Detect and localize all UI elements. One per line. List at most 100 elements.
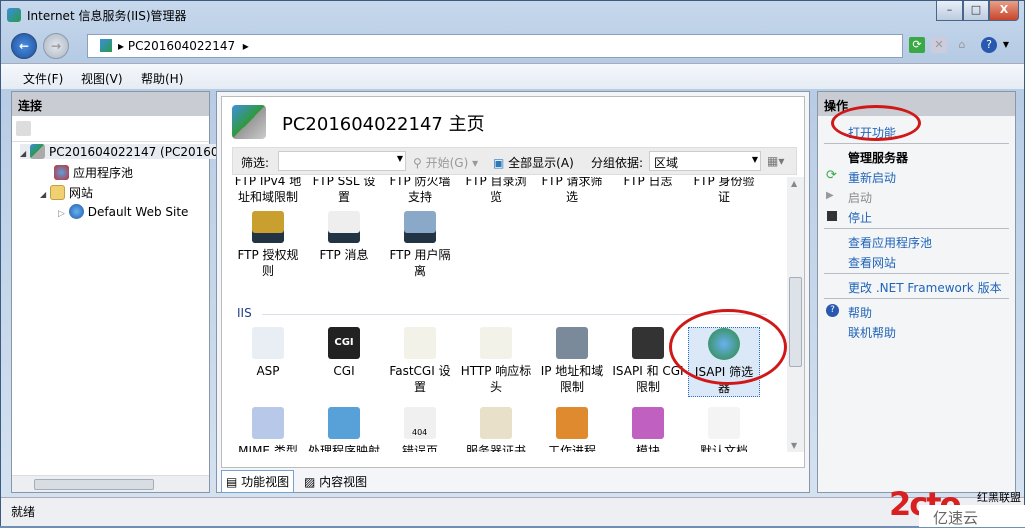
back-button[interactable]: ←	[11, 33, 37, 59]
ip-restrictions-icon	[556, 327, 588, 359]
feature-label: FTP 身份验证	[693, 177, 755, 204]
forward-button[interactable]: →	[43, 33, 69, 59]
cgi-icon: CGI	[328, 327, 360, 359]
feature-item[interactable]: FTP 防火墙支持	[384, 177, 456, 205]
group-header-iis: IIS	[237, 306, 252, 320]
filter-input[interactable]: ▼	[278, 151, 406, 171]
collapse-icon[interactable]: ◢	[40, 190, 46, 199]
feature-item[interactable]: 404 错误页	[384, 407, 456, 452]
online-help-link[interactable]: 联机帮助	[848, 324, 896, 341]
iis-manager-window: Internet 信息服务(IIS)管理器 – □ X ← → ▸ PC2016…	[0, 0, 1025, 527]
restart-link[interactable]: 重新启动	[848, 169, 896, 186]
menu-help[interactable]: 帮助(H)	[141, 70, 183, 87]
help-icon[interactable]: ?	[981, 37, 997, 53]
feature-item[interactable]: FTP 身份验证	[688, 177, 760, 205]
feature-item[interactable]: 工作进程	[536, 407, 608, 452]
feature-item[interactable]: FTP 消息	[308, 211, 380, 263]
close-button[interactable]: X	[989, 1, 1019, 21]
feature-label: FTP 日志	[623, 177, 673, 188]
view-app-pools-link[interactable]: 查看应用程序池	[848, 234, 932, 251]
connections-toolbar	[12, 116, 209, 142]
refresh-icon[interactable]: ⟳	[909, 37, 925, 53]
tab-label: 内容视图	[319, 475, 368, 489]
feature-item[interactable]: HTTP 响应标头	[460, 327, 532, 395]
iis-app-icon	[7, 8, 21, 22]
start-icon: ▶	[826, 190, 834, 201]
feature-item[interactable]: 服务器证书	[460, 407, 532, 452]
start-link[interactable]: 启动	[848, 189, 872, 206]
feature-item[interactable]: FTP 授权规则	[232, 211, 304, 279]
horizontal-scrollbar[interactable]	[12, 475, 209, 492]
tree-item-server[interactable]: ◢ PC201604022147 (PC20160	[20, 144, 223, 159]
page-title: PC201604022147 主页	[282, 114, 485, 135]
group-by-select[interactable]: 区域 ▼	[649, 151, 761, 171]
watermark-logo-yisuyun: 亿速云	[933, 509, 979, 527]
feature-label: FTP 消息	[319, 248, 369, 262]
vertical-scrollbar[interactable]: ▲ ▼	[787, 177, 804, 452]
change-net-framework-link[interactable]: 更改 .NET Framework 版本	[848, 279, 1002, 296]
group-by-label: 分组依据:	[591, 156, 644, 170]
scroll-thumb[interactable]	[34, 479, 154, 490]
scroll-thumb[interactable]	[789, 277, 802, 367]
show-all-button[interactable]: ▣ 全部显示(A)	[493, 154, 574, 171]
feature-label: FTP SSL 设置	[312, 177, 376, 204]
feature-item[interactable]: IP 地址和域限制	[536, 327, 608, 395]
tab-features-view[interactable]: ▤ 功能视图	[221, 470, 295, 493]
help-dropdown-icon[interactable]: ▼	[998, 37, 1014, 53]
feature-item[interactable]: FTP IPv4 地址和域限制	[232, 177, 304, 205]
feature-item[interactable]: FTP 目录浏览	[460, 177, 532, 205]
scroll-down-icon[interactable]: ▼	[791, 441, 797, 450]
handler-mappings-icon	[328, 407, 360, 439]
stop-link[interactable]: 停止	[848, 209, 872, 226]
feature-label: HTTP 响应标头	[460, 364, 532, 394]
window-title: Internet 信息服务(IIS)管理器	[27, 9, 187, 23]
start-label: 开始(G)	[425, 156, 469, 170]
feature-item[interactable]: 默认文档	[688, 407, 760, 452]
actions-pane: 操作 打开功能 管理服务器 ⟳ 重新启动 ▶ 启动 停止 查看应用程序池 查看网…	[817, 91, 1016, 493]
expand-icon[interactable]: ▷	[58, 209, 65, 219]
tree-item-sites[interactable]: ◢ 网站	[40, 184, 93, 201]
feature-label: FTP IPv4 地址和域限制	[234, 177, 302, 204]
breadcrumb-server[interactable]: PC201604022147	[128, 39, 235, 53]
start-button[interactable]: ⚲ 开始(G) ▾	[413, 154, 478, 171]
features-pane: PC201604022147 主页 筛选: ▼ ⚲ 开始(G) ▾ ▣ 全部显示…	[216, 91, 810, 493]
group-by-value: 区域	[654, 156, 679, 170]
address-bar[interactable]: ▸ PC201604022147 ▸	[87, 34, 903, 58]
feature-item[interactable]: 处理程序映射	[308, 407, 380, 452]
filter-label: 筛选:	[241, 156, 270, 170]
feature-item[interactable]: FastCGI 设置	[384, 327, 456, 395]
view-sites-link[interactable]: 查看网站	[848, 254, 896, 271]
collapse-icon[interactable]: ◢	[20, 149, 26, 158]
feature-label: 模块	[635, 444, 660, 452]
connect-icon[interactable]	[16, 121, 31, 136]
help-link[interactable]: 帮助	[848, 304, 872, 321]
minimize-button[interactable]: –	[936, 1, 963, 21]
tab-content-view[interactable]: ▨ 内容视图	[300, 471, 371, 492]
feature-item[interactable]: MIME 类型	[232, 407, 304, 452]
server-home-icon	[232, 105, 266, 139]
feature-item[interactable]: FTP 请求筛选	[536, 177, 608, 205]
connections-pane: 连接 ◢ PC201604022147 (PC20160 应用程序池 ◢ 网站 …	[11, 91, 223, 493]
view-mode-icon[interactable]: ▦▾	[767, 154, 784, 168]
feature-label: FTP 目录浏览	[465, 177, 527, 204]
stop-icon[interactable]: ✕	[931, 37, 947, 53]
feature-item[interactable]: 模块	[612, 407, 684, 452]
feature-item[interactable]: FTP 用户隔离	[384, 211, 456, 279]
menu-file[interactable]: 文件(F)	[23, 70, 63, 87]
home-icon[interactable]: ⌂	[954, 37, 970, 53]
feature-label: ISAPI 和 CGI 限制	[612, 364, 684, 394]
maximize-button[interactable]: □	[963, 1, 989, 21]
menu-view[interactable]: 视图(V)	[81, 70, 123, 87]
feature-item[interactable]: FTP 日志	[612, 177, 684, 189]
feature-item[interactable]: CGI CGI	[308, 327, 380, 379]
address-row: ← → ▸ PC201604022147 ▸ ⟳ ✕ ⌂ ? ▼	[1, 31, 1024, 61]
fastcgi-icon	[404, 327, 436, 359]
show-all-label: 全部显示(A)	[508, 156, 574, 170]
scroll-up-icon[interactable]: ▲	[791, 179, 797, 188]
tree-item-app-pools[interactable]: 应用程序池	[54, 164, 133, 181]
breadcrumb-separator[interactable]: ▸	[243, 39, 249, 53]
filter-bar: 筛选: ▼ ⚲ 开始(G) ▾ ▣ 全部显示(A) 分组依据: 区域 ▼ ▦▾	[232, 147, 797, 175]
feature-item[interactable]: ASP	[232, 327, 304, 379]
tree-item-default-web-site[interactable]: ▷ Default Web Site	[58, 204, 188, 219]
feature-item[interactable]: FTP SSL 设置	[308, 177, 380, 205]
